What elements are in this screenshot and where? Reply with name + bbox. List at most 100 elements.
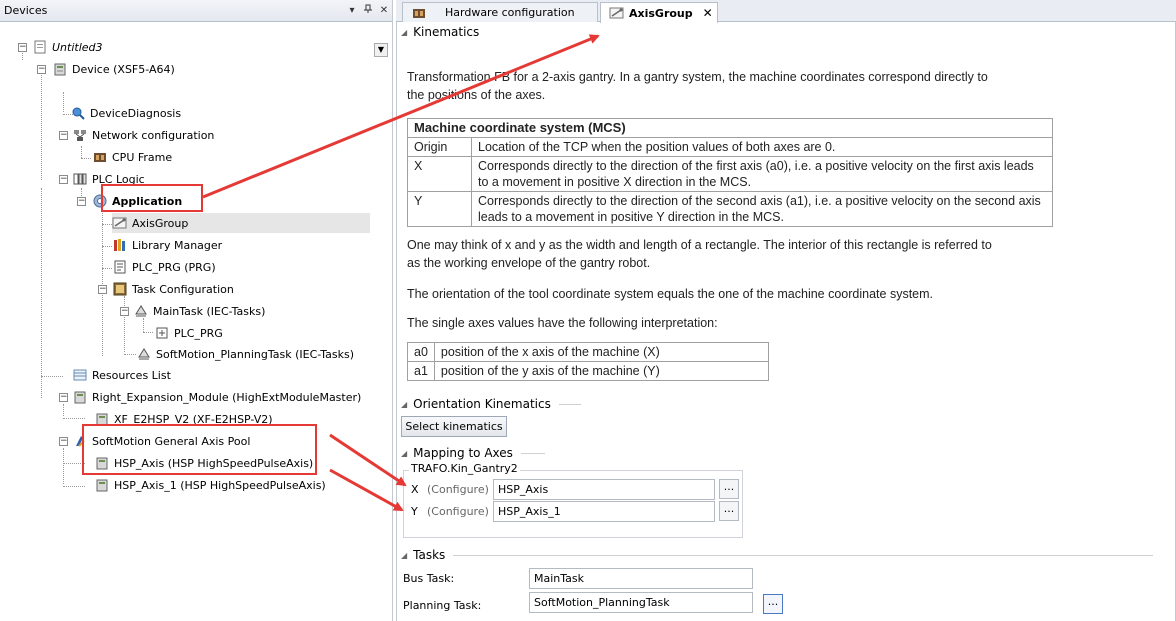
envelope-line-2: as the working envelope of the gantry ro… (407, 256, 651, 270)
collapse-main-task-toggle[interactable]: − (120, 307, 129, 316)
axis-icon (94, 477, 110, 493)
tree-item-hsp-axis-1[interactable]: HSP_Axis_1 (HSP HighSpeedPulseAxis) (94, 475, 326, 495)
tree-item-root[interactable]: Untitled3 (32, 37, 103, 57)
collapse-triangle-icon: ◢ (401, 448, 408, 458)
project-icon (32, 39, 48, 55)
cpu-frame-icon (92, 149, 108, 165)
axes-key: a0 (407, 342, 435, 362)
tree-label-right-expansion-module: Right_Expansion_Module (HighExtModuleMas… (92, 390, 362, 404)
mapping-x-configure-link[interactable]: (Configure) (427, 483, 489, 496)
axes-table: a0 position of the x axis of the machine… (407, 342, 770, 381)
bus-task-field[interactable]: MainTask (529, 568, 753, 589)
pane-menu-icon[interactable]: ▾ (344, 5, 360, 16)
tree-item-device-diagnosis[interactable]: DeviceDiagnosis (70, 103, 181, 123)
axes-value: position of the x axis of the machine (X… (433, 342, 770, 362)
mcs-key: Origin (407, 137, 472, 157)
tree-item-library-manager[interactable]: Library Manager (112, 235, 222, 255)
tree-item-right-expansion-module[interactable]: Right_Expansion_Module (HighExtModuleMas… (72, 387, 361, 407)
mcs-value: Corresponds directly to the direction of… (471, 156, 1053, 192)
device-tree: ▼ − Untitled3 − Device (XSF5-A64) Device… (0, 22, 392, 620)
hardware-config-icon (411, 5, 427, 21)
device-icon (52, 61, 68, 77)
axes-value: position of the y axis of the machine (Y… (433, 361, 770, 381)
orientation-kinematics-heading[interactable]: ◢ Orientation Kinematics (401, 396, 581, 412)
mapping-x-browse-button[interactable]: ... (719, 479, 739, 499)
editor-tabbar: Hardware configuration AxisGroup ✕ (396, 0, 1176, 23)
collapse-expansion-module-toggle[interactable]: − (59, 393, 68, 402)
planning-task-field[interactable]: SoftMotion_PlanningTask (529, 592, 753, 613)
tab-axis-group[interactable]: AxisGroup ✕ (600, 2, 718, 23)
mapping-x-axis-field[interactable]: HSP_Axis (493, 479, 715, 500)
kinematics-heading[interactable]: ◢ Kinematics (401, 24, 479, 40)
select-kinematics-button[interactable]: Select kinematics (401, 416, 507, 437)
table-row: a0 position of the x axis of the machine… (407, 342, 770, 362)
mcs-key: Y (407, 191, 472, 227)
tree-item-axis-group[interactable]: AxisGroup (112, 213, 370, 233)
intro-line-1: Transformation FB for a 2-axis gantry. I… (407, 70, 988, 84)
tree-item-resources-list[interactable]: Resources List (72, 365, 171, 385)
collapse-axis-pool-toggle[interactable]: − (59, 437, 68, 446)
tab-label-axis-group: AxisGroup (629, 6, 693, 20)
kinematics-heading-label: Kinematics (413, 25, 480, 39)
tree-label-softmotion-planning-task: SoftMotion_PlanningTask (IEC-Tasks) (156, 347, 355, 361)
tree-label-cpu-frame: CPU Frame (112, 150, 173, 164)
kinematics-intro: Transformation FB for a 2-axis gantry. I… (407, 68, 988, 104)
collapse-network-toggle[interactable]: − (59, 131, 68, 140)
close-tab-icon[interactable]: ✕ (703, 6, 713, 20)
tree-item-plc-prg[interactable]: PLC_PRG (PRG) (112, 257, 216, 277)
tree-item-cpu-frame[interactable]: CPU Frame (92, 147, 172, 167)
tree-label-task-configuration: Task Configuration (132, 282, 234, 296)
tree-item-network-configuration[interactable]: Network configuration (72, 125, 214, 145)
mcs-table: Machine coordinate system (MCS) Origin L… (407, 118, 1053, 227)
orientation-kinematics-label: Orientation Kinematics (413, 397, 551, 411)
table-row: X Corresponds directly to the direction … (407, 156, 1053, 192)
pin-icon[interactable] (360, 4, 376, 17)
tree-label-hsp-axis-1: HSP_Axis_1 (HSP HighSpeedPulseAxis) (114, 478, 326, 492)
tree-item-device[interactable]: Device (XSF5-A64) (52, 59, 175, 79)
planning-task-browse-button[interactable]: ... (763, 594, 783, 614)
tree-label-network-configuration: Network configuration (92, 128, 215, 142)
collapse-triangle-icon: ◢ (401, 27, 408, 37)
intro-line-2: the positions of the axes. (407, 88, 546, 102)
mapping-x-axis-label: X (411, 483, 419, 496)
tree-item-task-configuration[interactable]: Task Configuration (112, 279, 234, 299)
program-file-icon (112, 259, 128, 275)
tasks-heading-label: Tasks (413, 548, 446, 562)
mcs-key: X (407, 156, 472, 192)
tab-hardware-configuration[interactable]: Hardware configuration (402, 2, 598, 22)
planning-task-label: Planning Task: (403, 599, 482, 612)
tree-item-main-task-plc-prg[interactable]: PLC_PRG (154, 323, 223, 343)
tree-item-softmotion-planning-task[interactable]: SoftMotion_PlanningTask (IEC-Tasks) (136, 344, 354, 364)
tree-label-plc-prg: PLC_PRG (PRG) (132, 260, 216, 274)
close-pane-icon[interactable]: ✕ (376, 5, 392, 16)
tree-label-device-diagnosis: DeviceDiagnosis (90, 106, 182, 120)
task-icon (136, 346, 152, 362)
mapping-y-browse-button[interactable]: ... (719, 501, 739, 521)
mapping-y-axis-label: Y (411, 505, 418, 518)
collapse-device-toggle[interactable]: − (37, 65, 46, 74)
collapse-application-toggle[interactable]: − (77, 197, 86, 206)
mapping-y-configure-link[interactable]: (Configure) (427, 505, 489, 518)
collapse-plc-logic-toggle[interactable]: − (59, 175, 68, 184)
mcs-value: Location of the TCP when the position va… (471, 137, 1053, 157)
tree-label-main-task: MainTask (IEC-Tasks) (153, 304, 266, 318)
table-row: Y Corresponds directly to the direction … (407, 191, 1053, 227)
devices-title: Devices (4, 4, 48, 17)
tree-dropdown-icon[interactable]: ▼ (374, 43, 388, 57)
highlight-hsp-axes (82, 424, 317, 475)
tree-item-main-task[interactable]: MainTask (IEC-Tasks) (133, 301, 265, 321)
collapse-task-config-toggle[interactable]: − (98, 285, 107, 294)
envelope-paragraph: One may think of x and y as the width an… (407, 236, 992, 272)
mapping-y-axis-field[interactable]: HSP_Axis_1 (493, 501, 715, 522)
tasks-heading[interactable]: ◢ Tasks (401, 547, 1154, 563)
collapse-root-toggle[interactable]: − (18, 43, 27, 52)
mapping-heading[interactable]: ◢ Mapping to Axes (401, 445, 545, 461)
table-row: a1 position of the y axis of the machine… (407, 361, 770, 381)
plc-logic-icon (72, 171, 88, 187)
highlight-axis-group (101, 184, 203, 212)
table-row: Origin Location of the TCP when the posi… (407, 137, 1053, 157)
devices-header: Devices ▾ ✕ (0, 0, 392, 22)
mapping-heading-label: Mapping to Axes (413, 446, 513, 460)
resources-list-icon (72, 367, 88, 383)
program-call-icon (154, 325, 170, 341)
